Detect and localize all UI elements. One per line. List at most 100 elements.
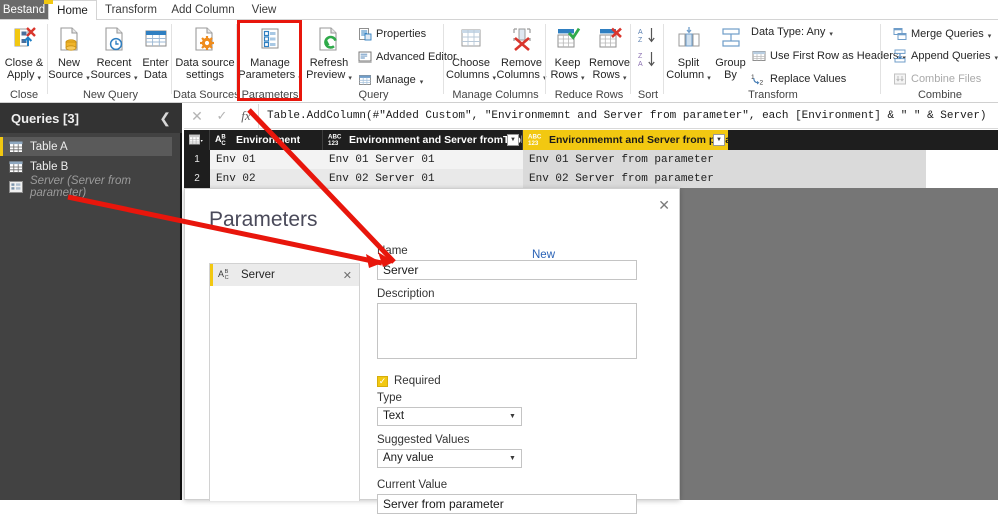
group-by-label-2: By [724, 68, 737, 81]
svg-text:C: C [225, 275, 229, 280]
manage-query-button[interactable]: Manage ▾ [357, 72, 423, 87]
append-queries-icon [892, 48, 907, 63]
data-type-button[interactable]: Data Type: Any ▾ [751, 26, 833, 38]
advanced-editor-icon [357, 49, 372, 64]
merge-queries-button[interactable]: Merge Queries ▾ [892, 26, 991, 41]
table-row[interactable]: 2 Env 02 Env 02 Server 01 Env 02 Server … [184, 169, 998, 188]
manage-table-icon [357, 72, 372, 87]
group-separator [663, 24, 664, 94]
sidebar-item-label: Server (Server from parameter) [30, 174, 131, 199]
sidebar-item-table-a[interactable]: Table A [0, 137, 172, 156]
cancel-formula-icon[interactable]: ✕ [184, 108, 210, 125]
tab-view[interactable]: View [241, 0, 287, 19]
grid-header-row: A B C Environment ABC 123 Environnment a… [184, 130, 998, 150]
keep-rows-button[interactable]: Keep Rows ▾ [547, 22, 588, 82]
chevron-left-icon[interactable]: ❮ [159, 110, 171, 127]
formula-input[interactable]: Table.AddColumn(#"Added Custom", "Enviro… [259, 110, 998, 122]
remove-columns-icon [509, 22, 535, 56]
advanced-editor-button[interactable]: Advanced Editor [357, 49, 457, 64]
group-label-reduce-rows: Reduce Rows [554, 89, 624, 101]
data-source-settings-label-1: Data source [175, 57, 235, 69]
enter-data-button[interactable]: Enter Data [139, 22, 172, 81]
remove-columns-label-2: Columns ▾ [496, 68, 547, 82]
parameters-dialog: ✕ Parameters New A B C Server ✕ Name Des… [184, 188, 680, 514]
description-input[interactable] [377, 303, 637, 359]
split-column-icon [676, 22, 702, 56]
cell-environment[interactable]: Env 01 [210, 150, 323, 169]
cell-env-server-parameter[interactable]: Env 02 Server from parameter [523, 169, 926, 188]
recent-sources-button[interactable]: Recent Sources ▾ [89, 22, 139, 82]
replace-values-button[interactable]: 1 2 Replace Values [751, 71, 846, 86]
sort-descending-button[interactable]: Z A [638, 51, 657, 73]
append-queries-button[interactable]: Append Queries ▾ [892, 48, 998, 63]
sort-ascending-button[interactable]: A Z [638, 27, 657, 49]
recent-sources-label-2: Sources ▾ [90, 68, 138, 82]
remove-columns-button[interactable]: Remove Columns ▾ [496, 22, 547, 82]
sidebar-item-label: Table A [30, 140, 68, 153]
grid-empty-area [926, 150, 998, 190]
split-column-button[interactable]: Split Column ▾ [665, 22, 712, 82]
required-checkbox[interactable]: ✓ [377, 375, 388, 387]
group-separator [545, 24, 546, 94]
accept-formula-icon[interactable]: ✓ [210, 108, 234, 124]
cell-env-server-table-b[interactable]: Env 02 Server 01 [323, 169, 523, 188]
tab-home-label: Home [57, 4, 88, 17]
group-by-button[interactable]: Group By [712, 22, 749, 81]
current-value-field-label: Current Value [377, 479, 448, 491]
tab-bestand[interactable]: Bestand [0, 0, 48, 19]
remove-parameter-icon[interactable]: ✕ [343, 269, 352, 282]
recent-sources-icon [101, 22, 127, 56]
ribbon-group-combine: Merge Queries ▾ Append Queries ▾ Combine… [882, 20, 998, 102]
column-filter-dropdown-icon[interactable]: ▼ [713, 134, 725, 146]
group-label-combine: Combine [917, 89, 963, 101]
select-all-icon[interactable] [184, 130, 210, 150]
close-icon[interactable]: ✕ [658, 197, 670, 214]
combine-files-icon [892, 71, 907, 86]
keep-rows-icon [555, 22, 581, 56]
choose-columns-icon [458, 22, 484, 56]
group-separator [236, 24, 237, 94]
column-header-env-server-from-table-b[interactable]: ABC 123 Environnment and Server fromTabl… [323, 130, 523, 150]
group-label-query: Query [358, 89, 389, 101]
group-separator [301, 24, 302, 94]
ABC-text-type-icon: A B C [215, 132, 232, 149]
type-field-label: Type [377, 392, 402, 404]
headers-table-icon [751, 48, 766, 63]
sidebar-item-table-b[interactable]: Table B [0, 157, 172, 176]
suggested-values-select[interactable]: Any value ▼ [377, 449, 522, 468]
column-header-env-server-from-parameter[interactable]: ABC 123 Environmemnt and Server from par… [523, 130, 728, 150]
required-checkbox-row[interactable]: ✓ Required [377, 375, 657, 387]
list-item[interactable]: A B C Server ✕ [210, 264, 359, 286]
group-separator [443, 24, 444, 94]
table-row[interactable]: 1 Env 01 Env 01 Server 01 Env 01 Server … [184, 150, 998, 169]
manage-parameters-button[interactable]: Manage Parameters ▾ [238, 22, 302, 82]
cell-environment[interactable]: Env 02 [210, 169, 323, 188]
ribbon-group-sort: A Z Z A Sort [632, 20, 664, 102]
ribbon: Bestand Home Transform Add Column View C… [0, 0, 998, 103]
current-value-input[interactable] [377, 494, 637, 514]
ribbon-content: Close & Apply ▾ Close New Source ▾ Recen… [0, 20, 998, 103]
cell-env-server-parameter[interactable]: Env 01 Server from parameter [523, 150, 926, 169]
row-number: 2 [184, 169, 210, 188]
column-filter-dropdown-icon[interactable]: ▼ [507, 134, 519, 146]
tab-add-column[interactable]: Add Column [165, 0, 241, 19]
type-select[interactable]: Text ▼ [377, 407, 522, 426]
choose-columns-button[interactable]: Choose Columns ▾ [445, 22, 497, 82]
name-input[interactable] [377, 260, 637, 280]
remove-rows-button[interactable]: Remove Rows ▾ [588, 22, 631, 82]
properties-button[interactable]: Properties [357, 26, 426, 41]
column-header-environment[interactable]: A B C Environment [210, 130, 323, 150]
group-separator [171, 24, 172, 94]
fx-icon[interactable]: fx [234, 108, 258, 124]
close-and-apply-button[interactable]: Close & Apply ▾ [0, 22, 48, 82]
sidebar-item-server-parameter[interactable]: Server (Server from parameter) [0, 174, 172, 199]
data-source-settings-button[interactable]: Data source settings [173, 22, 237, 81]
new-source-button[interactable]: New Source ▾ [48, 22, 90, 82]
manage-parameters-icon [257, 22, 283, 56]
refresh-preview-button[interactable]: Refresh Preview ▾ [303, 22, 355, 82]
svg-text:C: C [221, 141, 226, 146]
tab-home[interactable]: Home [48, 0, 97, 20]
tab-transform[interactable]: Transform [97, 0, 165, 19]
cell-env-server-table-b[interactable]: Env 01 Server 01 [323, 150, 523, 169]
split-column-label-2: Column ▾ [666, 68, 711, 82]
